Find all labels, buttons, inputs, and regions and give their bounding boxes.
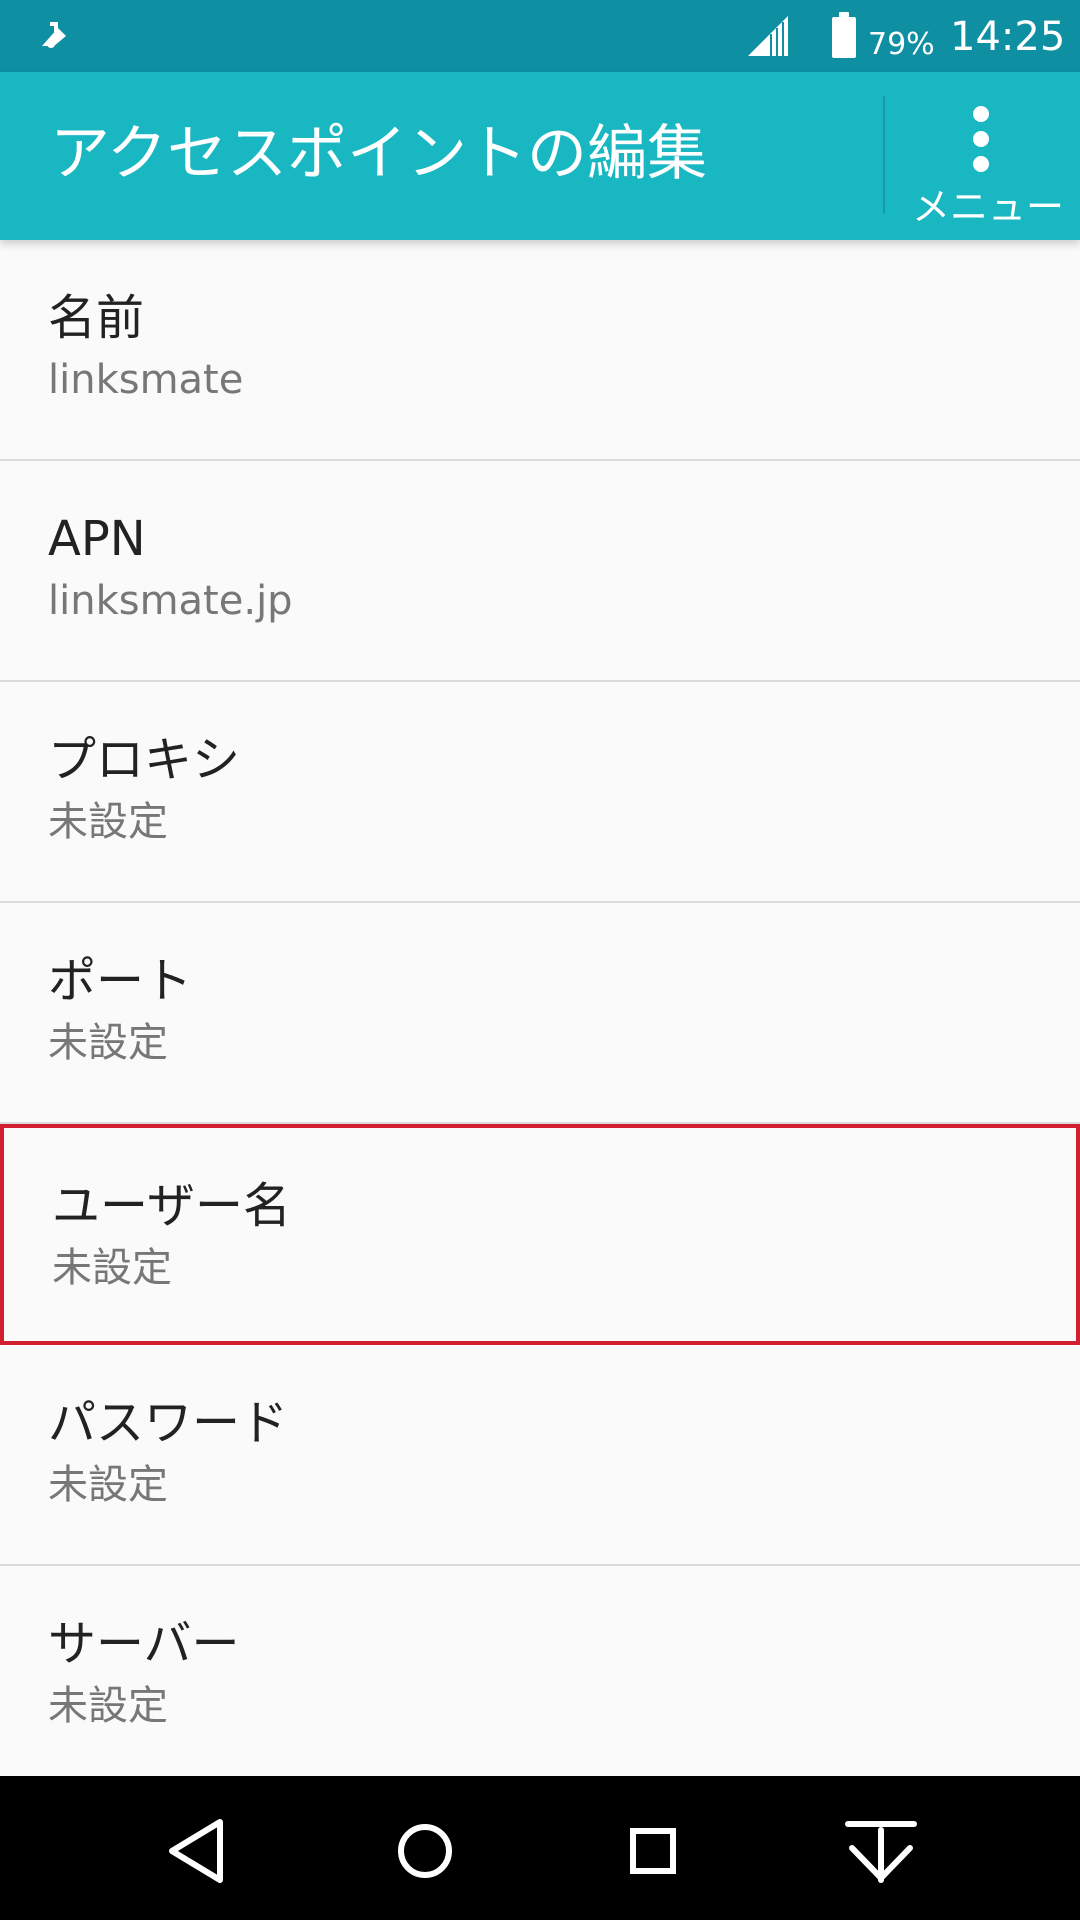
item-title: パスワード — [48, 1395, 289, 1451]
menu-button[interactable]: メニュー — [890, 82, 1080, 232]
item-title: ポート — [48, 953, 193, 1009]
item-value: linksmate.jp — [48, 578, 293, 624]
list-item-apn[interactable]: APN linksmate.jp — [0, 461, 1080, 682]
menu-label: メニュー — [912, 185, 1065, 229]
app-bar: アクセスポイントの編集 メニュー — [0, 72, 1080, 240]
list-item-server[interactable]: サーバー 未設定 — [0, 1566, 1080, 1787]
list-item-password[interactable]: パスワード 未設定 — [0, 1345, 1080, 1566]
clock: 14:25 — [950, 14, 1066, 60]
item-value: 未設定 — [48, 799, 168, 845]
page-title: アクセスポイントの編集 — [50, 119, 707, 189]
back-icon[interactable] — [152, 1806, 242, 1896]
navigation-bar — [0, 1776, 1080, 1920]
battery-percentage: 79% — [868, 27, 935, 62]
list-item-port[interactable]: ポート 未設定 — [0, 903, 1080, 1124]
item-title: 名前 — [48, 290, 145, 346]
home-icon[interactable] — [380, 1806, 470, 1896]
item-title: サーバー — [48, 1616, 240, 1672]
overflow-menu-icon — [973, 106, 989, 172]
menu-divider — [883, 96, 885, 214]
collapse-icon[interactable] — [836, 1806, 926, 1896]
item-title: ユーザー名 — [52, 1178, 292, 1234]
item-value: 未設定 — [48, 1020, 168, 1066]
settings-list: 名前 linksmate APN linksmate.jp プロキシ 未設定 ポ… — [0, 240, 1080, 1787]
recent-apps-icon[interactable] — [608, 1806, 698, 1896]
status-bar: 79% 14:25 — [0, 0, 1080, 72]
item-value: linksmate — [48, 357, 244, 403]
signal-icon — [748, 16, 788, 56]
item-value: 未設定 — [48, 1462, 168, 1508]
battery-icon — [832, 12, 856, 58]
item-value: 未設定 — [52, 1245, 172, 1291]
notification-icon — [42, 22, 66, 48]
list-item-proxy[interactable]: プロキシ 未設定 — [0, 682, 1080, 903]
item-title: プロキシ — [48, 732, 241, 788]
item-title: APN — [48, 511, 146, 567]
list-item-name[interactable]: 名前 linksmate — [0, 240, 1080, 461]
item-value: 未設定 — [48, 1683, 168, 1729]
list-item-username[interactable]: ユーザー名 未設定 — [0, 1124, 1080, 1345]
